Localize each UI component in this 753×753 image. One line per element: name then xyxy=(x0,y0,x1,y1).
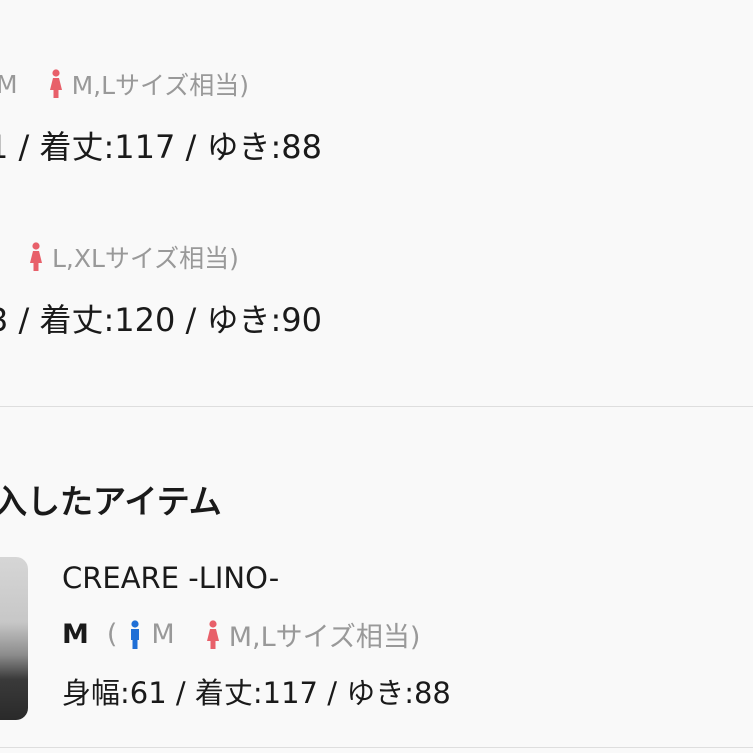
female-size-text: M,Lサイズ相当) xyxy=(71,71,250,100)
purchased-items-title: 入したアイテム xyxy=(0,482,222,521)
dimension-line: 3 / 着丈:120 / ゆき:90 xyxy=(0,301,322,339)
female-icon xyxy=(205,619,221,651)
dimension-line: 1 / 着丈:117 / ゆき:88 xyxy=(0,128,322,166)
female-size-text: M,Lサイズ相当) xyxy=(228,622,421,653)
male-icon xyxy=(127,619,143,651)
item-size-label: M xyxy=(62,619,89,650)
open-paren: ( xyxy=(106,619,118,650)
section-divider xyxy=(0,747,753,748)
male-size-text: M xyxy=(151,619,175,650)
item-name[interactable]: CREARE -LINO- xyxy=(62,561,279,595)
section-divider xyxy=(0,406,753,407)
male-size-text: M xyxy=(0,69,18,99)
item-dimensions: 身幅:61 / 着丈:117 / ゆき:88 xyxy=(62,676,451,710)
size-equivalent-line: L,XLサイズ相当) xyxy=(28,239,239,275)
female-icon xyxy=(48,68,64,100)
item-thumbnail[interactable] xyxy=(0,557,28,720)
size-equivalent-line: M M,Lサイズ相当) xyxy=(0,66,249,102)
female-size-text: L,XLサイズ相当) xyxy=(52,244,239,273)
item-size-line: M ( M M,Lサイズ相当) xyxy=(62,615,420,654)
female-icon xyxy=(28,241,44,273)
